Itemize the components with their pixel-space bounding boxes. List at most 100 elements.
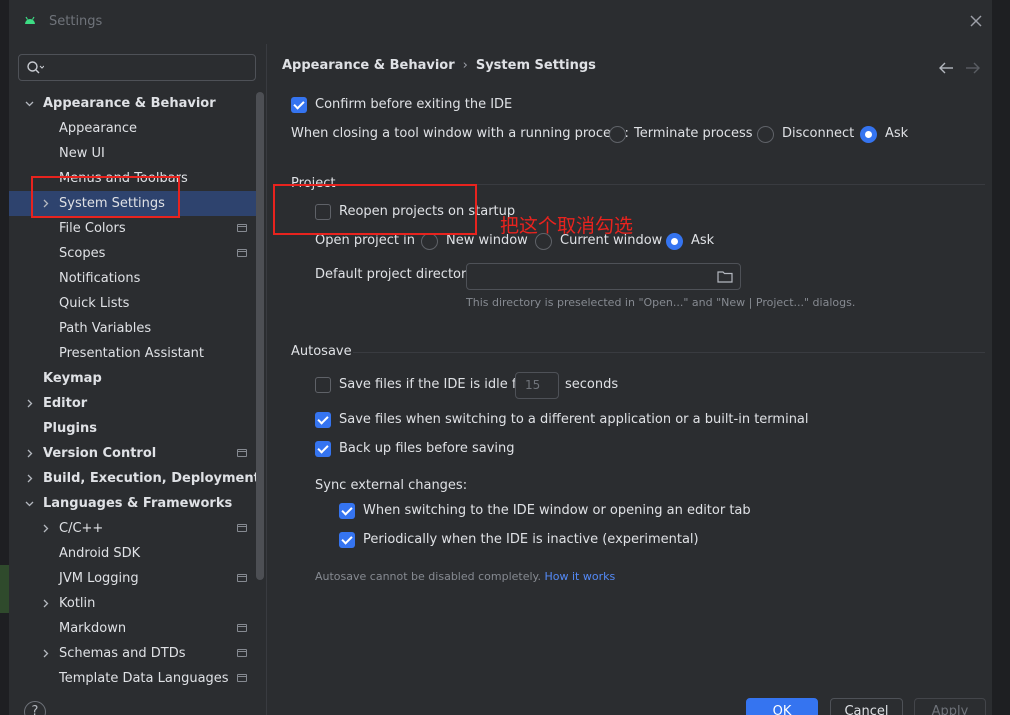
autosave-note-text: Autosave cannot be disabled completely. — [315, 570, 541, 583]
sidebar-item-plugins[interactable]: Plugins — [9, 416, 264, 441]
settings-search-input[interactable] — [18, 54, 256, 81]
how-it-works-link[interactable]: How it works — [544, 570, 615, 583]
forward-arrow-icon[interactable] — [965, 61, 981, 75]
settings-sidebar: Appearance & Behavior Appearance New UI Men… — [9, 44, 266, 715]
project-level-icon — [237, 449, 247, 457]
close-icon[interactable] — [967, 12, 985, 30]
sidebar-item-label: Markdown — [59, 621, 127, 636]
screenshot-frame: Settings Appearance & Behavior Appearance… — [0, 0, 1010, 715]
project-level-icon — [237, 674, 247, 682]
sidebar-item-appearance-behavior[interactable]: Appearance & Behavior — [9, 91, 264, 116]
save-idle-checkbox[interactable] — [315, 377, 331, 393]
radio-ask-open-label: Ask — [691, 233, 715, 248]
sidebar-item-new-ui[interactable]: New UI — [9, 141, 264, 166]
confirm-exit-checkbox[interactable] — [291, 97, 307, 113]
sidebar-item-label: C/C++ — [59, 521, 104, 536]
settings-content: Appearance & Behavior › System Settings Co… — [266, 44, 992, 715]
sidebar-item-label: Schemas and DTDs — [59, 646, 186, 661]
apply-button[interactable]: Apply — [914, 698, 986, 715]
ok-button[interactable]: OK — [746, 698, 818, 715]
closing-tool-window-label: When closing a tool window with a runnin… — [291, 126, 629, 141]
annotation-text: 把这个取消勾选 — [500, 215, 634, 237]
sidebar-item-keymap[interactable]: Keymap — [9, 366, 264, 391]
radio-new-window[interactable] — [421, 233, 438, 250]
chevron-right-icon[interactable] — [41, 649, 50, 658]
backup-files-checkbox[interactable] — [315, 441, 331, 457]
sidebar-item-label: JVM Logging — [59, 571, 139, 586]
sidebar-item-markdown[interactable]: Markdown — [9, 616, 264, 641]
sidebar-item-label: Keymap — [43, 371, 102, 386]
sidebar-item-kotlin[interactable]: Kotlin — [9, 591, 264, 616]
breadcrumb-parent[interactable]: Appearance & Behavior — [282, 58, 455, 73]
annotation-box-reopen — [273, 184, 477, 235]
project-level-icon — [237, 524, 247, 532]
sidebar-item-scopes[interactable]: Scopes — [9, 241, 264, 266]
default-dir-hint: This directory is preselected in "Open..… — [466, 296, 856, 309]
chevron-right-icon[interactable] — [41, 599, 50, 608]
autosave-section-title: Autosave — [291, 344, 352, 359]
sidebar-scrollbar[interactable] — [256, 92, 264, 580]
breadcrumb: Appearance & Behavior › System Settings — [282, 58, 596, 73]
folder-icon[interactable] — [717, 270, 733, 283]
breadcrumb-separator: › — [462, 58, 468, 73]
sidebar-item-label: File Colors — [59, 221, 126, 236]
sidebar-item-label: Presentation Assistant — [59, 346, 204, 361]
radio-disconnect[interactable] — [757, 126, 774, 143]
sidebar-item-languages-frameworks[interactable]: Languages & Frameworks — [9, 491, 264, 516]
sidebar-item-c-c[interactable]: C/C++ — [9, 516, 264, 541]
radio-ask-closing-label: Ask — [885, 126, 909, 141]
chevron-down-icon[interactable] — [25, 499, 34, 508]
sidebar-item-schemas-and-dtds[interactable]: Schemas and DTDs — [9, 641, 264, 666]
idle-seconds-input[interactable]: 15 — [515, 372, 559, 399]
sidebar-item-label: Appearance — [59, 121, 138, 136]
sidebar-item-template-data-languages[interactable]: Template Data Languages — [9, 666, 264, 691]
sidebar-item-label: Path Variables — [59, 321, 152, 336]
radio-terminate-process[interactable] — [609, 126, 626, 143]
sidebar-item-path-variables[interactable]: Path Variables — [9, 316, 264, 341]
sync-switch-label: When switching to the IDE window or open… — [363, 503, 751, 518]
sidebar-item-label: Quick Lists — [59, 296, 130, 311]
sidebar-item-build-execution-deployment[interactable]: Build, Execution, Deployment — [9, 466, 264, 491]
sidebar-item-editor[interactable]: Editor — [9, 391, 264, 416]
back-arrow-icon[interactable] — [938, 61, 954, 75]
android-icon — [25, 16, 35, 24]
sync-periodic-label: Periodically when the IDE is inactive (e… — [363, 532, 699, 547]
chevron-down-icon[interactable] — [25, 99, 34, 108]
project-level-icon — [237, 249, 247, 257]
sidebar-item-file-colors[interactable]: File Colors — [9, 216, 264, 241]
help-button[interactable]: ? — [24, 701, 46, 715]
default-dir-input[interactable] — [466, 263, 741, 290]
sidebar-item-notifications[interactable]: Notifications — [9, 266, 264, 291]
chevron-right-icon[interactable] — [25, 474, 34, 483]
sidebar-item-label: Build, Execution, Deployment — [43, 471, 260, 486]
sync-periodic-checkbox[interactable] — [339, 532, 355, 548]
title-bar: Settings — [9, 0, 992, 44]
cancel-button[interactable]: Cancel — [830, 698, 903, 715]
breadcrumb-current: System Settings — [475, 58, 596, 73]
sidebar-item-jvm-logging[interactable]: JVM Logging — [9, 566, 264, 591]
sidebar-item-presentation-assistant[interactable]: Presentation Assistant — [9, 341, 264, 366]
chevron-right-icon[interactable] — [25, 399, 34, 408]
background-editor-highlight — [0, 565, 9, 613]
sidebar-item-label: Appearance & Behavior — [43, 96, 216, 111]
radio-ask-open[interactable] — [666, 233, 683, 250]
chevron-right-icon[interactable] — [25, 449, 34, 458]
sync-switch-checkbox[interactable] — [339, 503, 355, 519]
autosave-note: Autosave cannot be disabled completely. … — [315, 570, 615, 583]
save-switching-label: Save files when switching to a different… — [339, 412, 809, 427]
autosave-divider — [353, 352, 985, 353]
sidebar-item-version-control[interactable]: Version Control — [9, 441, 264, 466]
save-switching-checkbox[interactable] — [315, 412, 331, 428]
sidebar-item-label: Plugins — [43, 421, 97, 436]
save-idle-label: Save files if the IDE is idle for — [339, 377, 530, 392]
sidebar-item-label: Android SDK — [59, 546, 141, 561]
sidebar-item-appearance[interactable]: Appearance — [9, 116, 264, 141]
sidebar-item-quick-lists[interactable]: Quick Lists — [9, 291, 264, 316]
radio-ask-closing[interactable] — [860, 126, 877, 143]
confirm-exit-label: Confirm before exiting the IDE — [315, 97, 513, 112]
idle-seconds-unit: seconds — [565, 377, 619, 392]
sidebar-item-android-sdk[interactable]: Android SDK — [9, 541, 264, 566]
chevron-right-icon[interactable] — [41, 524, 50, 533]
sidebar-item-label: Languages & Frameworks — [43, 496, 233, 511]
sidebar-item-label: Version Control — [43, 446, 157, 461]
